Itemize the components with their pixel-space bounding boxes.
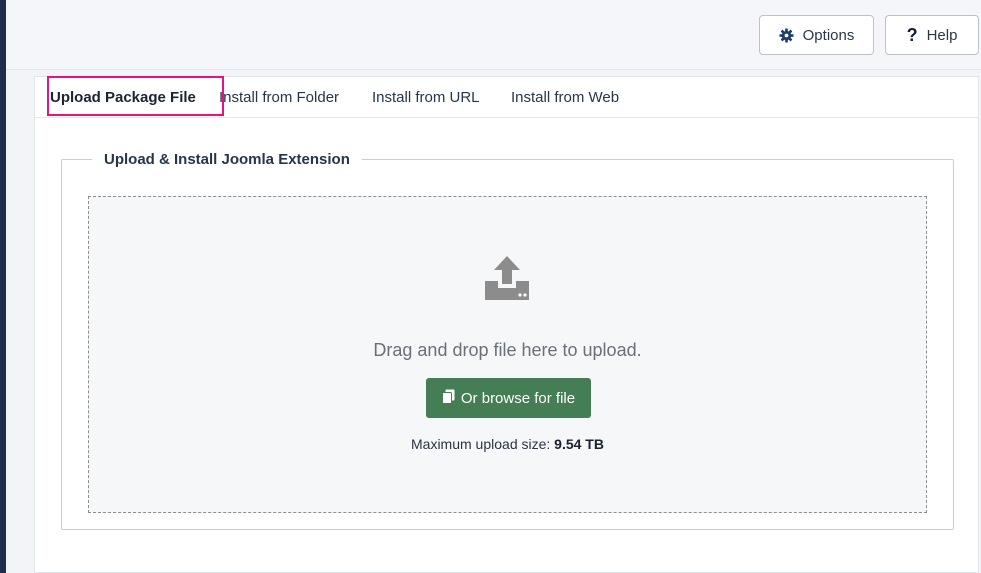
tab-install-from-web[interactable]: Install from Web [511,77,619,117]
tab-bar: Upload Package File Install from Folder … [35,76,978,118]
max-size-label: Maximum upload size: [411,436,555,452]
tab-upload-package-file[interactable]: Upload Package File [47,76,224,117]
help-button[interactable]: ? Help [885,15,979,55]
drop-zone[interactable]: Drag and drop file here to upload. Or br… [88,196,927,513]
copy-icon [441,389,455,408]
browse-file-button[interactable]: Or browse for file [426,378,591,418]
options-label: Options [802,26,855,44]
question-icon: ? [906,24,918,45]
tab-label: Install from Folder [219,88,340,106]
options-button[interactable]: Options [759,15,874,55]
tab-label: Install from URL [372,88,480,106]
max-size-value: 9.54 TB [554,436,604,452]
upload-fieldset: Upload & Install Joomla Extension Drag a… [61,151,954,530]
drag-drop-text: Drag and drop file here to upload. [373,340,642,360]
max-upload-size: Maximum upload size: 9.54 TB [89,436,926,452]
tab-label: Upload Package File [50,88,196,106]
tab-label: Install from Web [511,88,620,106]
installer-card: Upload Package File Install from Folder … [34,76,979,573]
sidebar-edge [0,0,6,573]
browse-label: Or browse for file [460,389,576,407]
help-label: Help [926,26,958,44]
tab-install-from-url[interactable]: Install from URL [372,77,480,117]
upload-icon [483,254,531,302]
tab-install-from-folder[interactable]: Install from Folder [219,77,339,117]
toolbar: Options ? Help [6,0,981,70]
gear-icon [779,27,794,43]
fieldset-legend: Upload & Install Joomla Extension [104,151,350,168]
